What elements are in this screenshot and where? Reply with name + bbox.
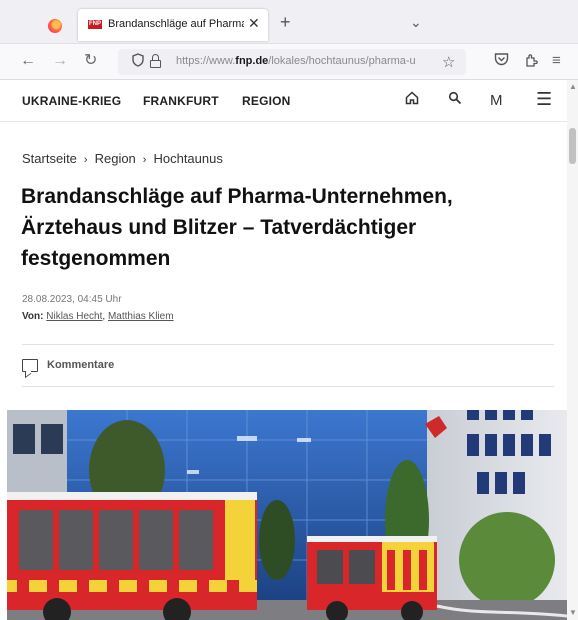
browser-tab-strip: FNP Brandanschläge auf Pharma-Un ✕ + ⌄	[0, 0, 578, 44]
browser-navbar: ← → ↻ https://www.fnp.de/lokales/hochtau…	[0, 44, 578, 80]
tracking-shield-icon[interactable]	[132, 53, 144, 70]
scrollbar-thumb[interactable]	[569, 128, 576, 164]
forward-button[interactable]: →	[52, 52, 68, 70]
reload-button[interactable]: ↻	[84, 52, 97, 70]
breadcrumb-item-region[interactable]: Region	[95, 151, 136, 166]
comments-label: Kommentare	[47, 359, 115, 371]
author-link[interactable]: Niklas Hecht	[46, 311, 102, 322]
article-headline: Brandanschläge auf Pharma-Unternehmen, Ä…	[21, 185, 453, 270]
divider	[22, 386, 554, 387]
breadcrumb-item-hochtaunus[interactable]: Hochtaunus	[153, 151, 222, 166]
new-tab-button[interactable]: +	[280, 13, 291, 31]
scroll-up-arrow-icon[interactable]: ▲	[569, 82, 577, 91]
browser-tab[interactable]: FNP Brandanschläge auf Pharma-Un ✕	[78, 9, 268, 41]
lock-icon[interactable]	[150, 54, 161, 68]
page-scrollbar[interactable]: ▲ ▼	[567, 80, 578, 620]
tab-title: Brandanschläge auf Pharma-Un	[108, 18, 244, 30]
breadcrumb: Startseite › Region › Hochtaunus	[22, 151, 223, 166]
search-icon[interactable]	[448, 91, 462, 109]
divider	[22, 344, 554, 345]
extensions-icon[interactable]	[524, 52, 539, 73]
nav-item-ukraine-krieg[interactable]: UKRAINE-KRIEG	[22, 94, 121, 108]
address-bar[interactable]: https://www.fnp.de/lokales/hochtaunus/ph…	[118, 49, 466, 75]
article-date: 28.08.2023, 04:45 Uhr	[22, 294, 122, 305]
nav-item-frankfurt[interactable]: FRANKFURT	[143, 94, 219, 108]
url-text[interactable]: https://www.fnp.de/lokales/hochtaunus/ph…	[176, 55, 432, 67]
nav-item-region[interactable]: REGION	[242, 94, 291, 108]
close-tab-icon[interactable]: ✕	[248, 15, 260, 32]
list-all-tabs-button[interactable]: ⌄	[410, 14, 422, 31]
article-authors: Von: Niklas Hecht, Matthias Kliem	[22, 311, 174, 322]
firefox-icon[interactable]	[48, 19, 62, 33]
account-icon[interactable]: M	[490, 92, 503, 109]
breadcrumb-separator-icon: ›	[142, 154, 147, 166]
back-button[interactable]: ←	[20, 52, 36, 70]
bookmark-star-icon[interactable]: ☆	[442, 53, 455, 71]
scroll-down-arrow-icon[interactable]: ▼	[569, 608, 577, 617]
author-link[interactable]: Matthias Kliem	[108, 311, 174, 322]
home-icon[interactable]	[405, 91, 419, 109]
pocket-icon[interactable]	[494, 52, 509, 71]
breadcrumb-separator-icon: ›	[83, 154, 88, 166]
site-favicon-icon: FNP	[88, 20, 102, 29]
article-hero-image[interactable]	[7, 410, 567, 620]
breadcrumb-item-startseite[interactable]: Startseite	[22, 151, 77, 166]
menu-icon[interactable]: ≡	[552, 52, 561, 70]
authors-label: Von:	[22, 311, 44, 322]
hamburger-menu-icon[interactable]: ☰	[536, 89, 552, 110]
site-header: UKRAINE-KRIEG FRANKFURT REGION M ☰	[0, 80, 567, 122]
fire-trucks-photo	[7, 410, 567, 620]
comment-bubble-icon	[22, 359, 38, 372]
